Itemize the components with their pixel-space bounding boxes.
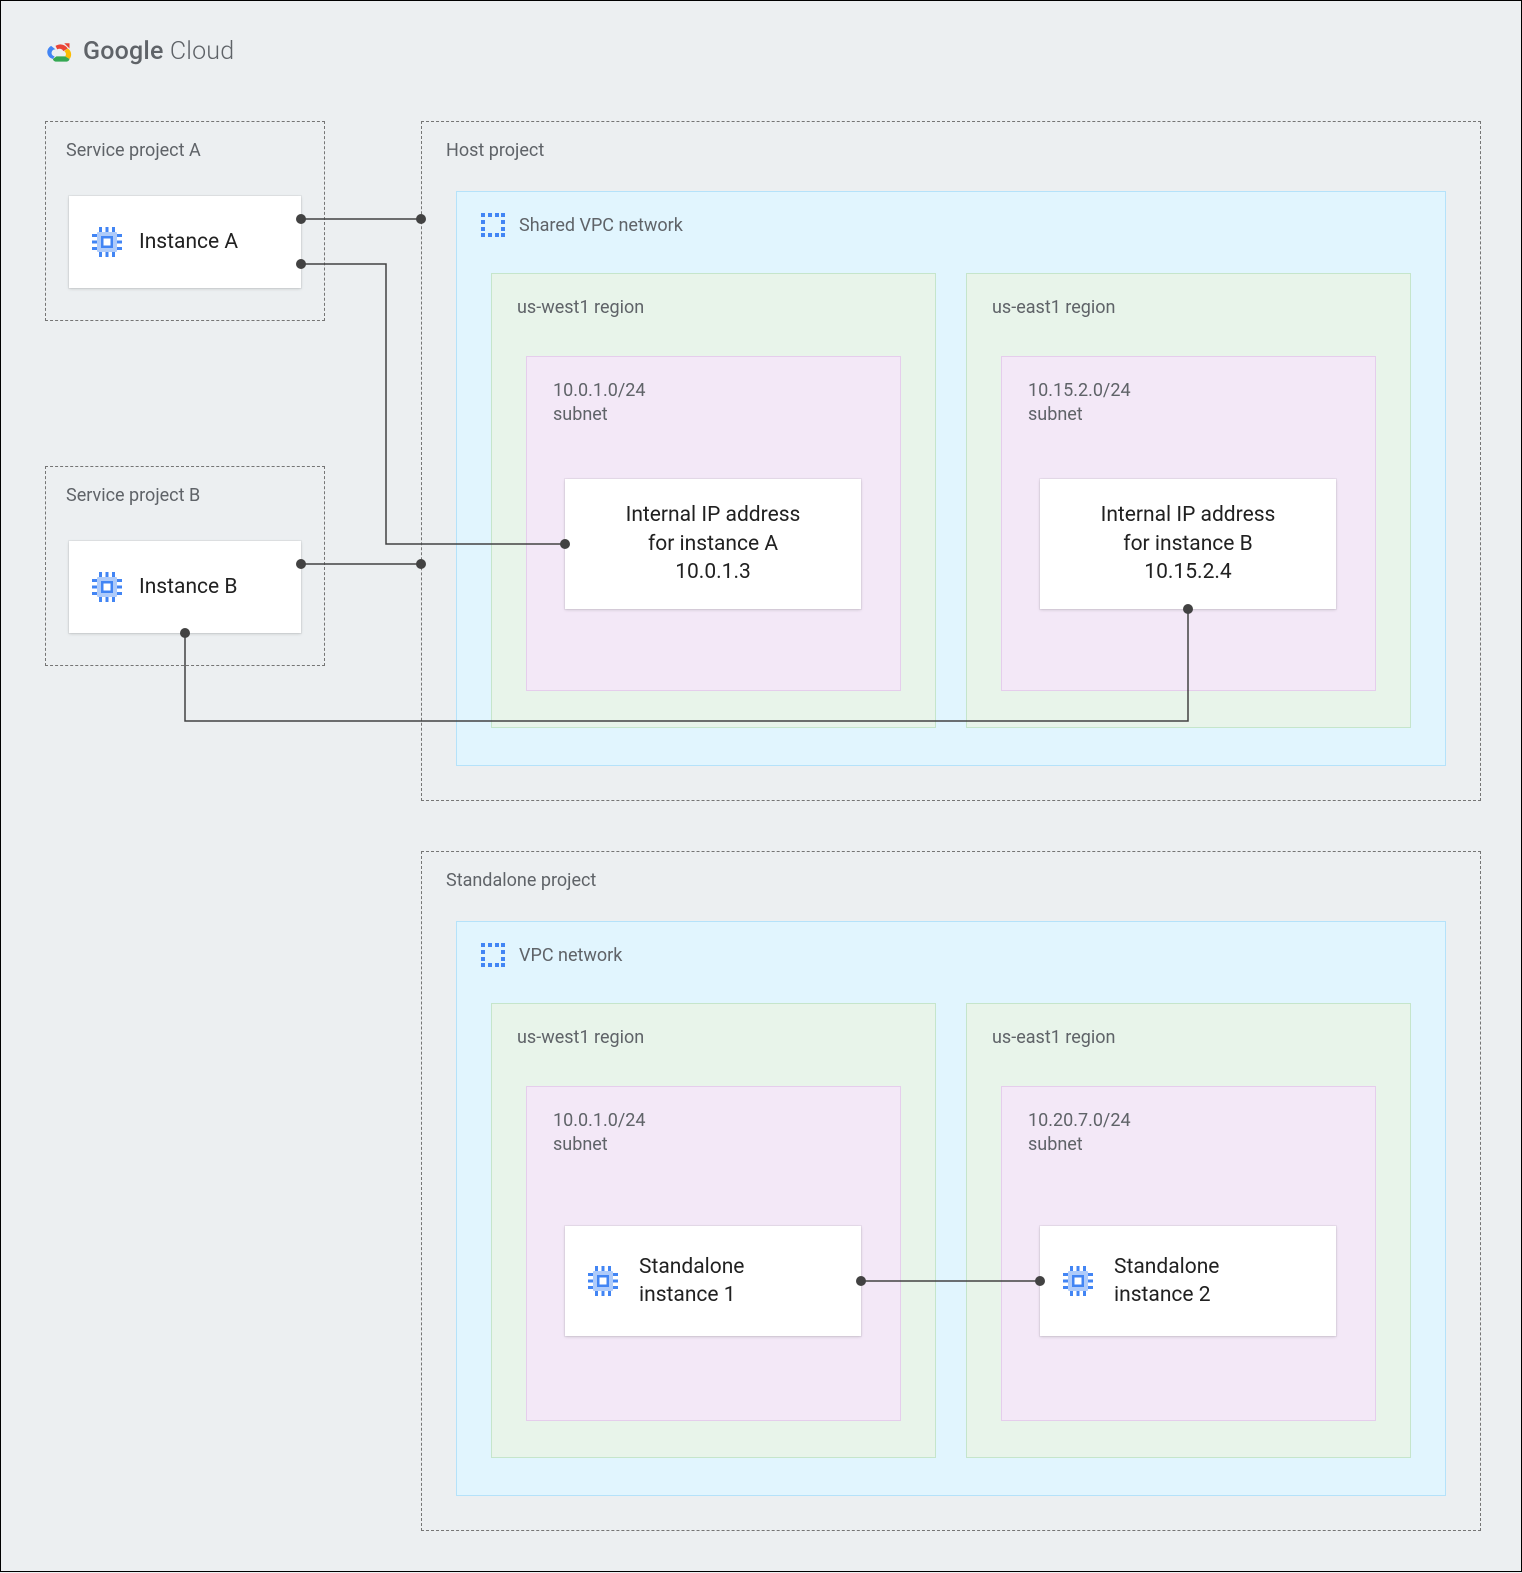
standalone-instance-2-label: Standalone instance 2 bbox=[1114, 1253, 1219, 1310]
standalone-region-west-title: us-west1 region bbox=[517, 1027, 644, 1048]
cloud-logo-icon bbox=[45, 38, 73, 66]
standalone-subnet-west-label: 10.0.1.0/24 subnet bbox=[553, 1109, 645, 1158]
standalone-region-east-title: us-east1 region bbox=[992, 1027, 1115, 1048]
instance-a-label: Instance A bbox=[139, 228, 238, 256]
host-region-west-title: us-west1 region bbox=[517, 297, 644, 318]
host-region-east-title: us-east1 region bbox=[992, 297, 1115, 318]
standalone-vpc-title-row: VPC network bbox=[479, 941, 622, 969]
ip-a-text: Internal IP address for instance A 10.0.… bbox=[626, 501, 801, 586]
standalone-project-title: Standalone project bbox=[446, 870, 596, 891]
standalone-instance-2-card: Standalone instance 2 bbox=[1040, 1226, 1336, 1336]
ip-card-a: Internal IP address for instance A 10.0.… bbox=[565, 479, 861, 609]
vpc-icon bbox=[479, 211, 507, 239]
ip-b-text: Internal IP address for instance B 10.15… bbox=[1101, 501, 1276, 586]
cpu-icon bbox=[89, 569, 125, 605]
diagram-canvas: Google Cloud Service project A Instance … bbox=[1, 1, 1521, 1571]
brand-name-1: Google bbox=[83, 37, 164, 66]
service-project-b-title: Service project B bbox=[66, 485, 200, 506]
vpc-icon bbox=[479, 941, 507, 969]
service-project-a-title: Service project A bbox=[66, 140, 201, 161]
instance-b-card: Instance B bbox=[69, 541, 301, 633]
host-subnet-east-label: 10.15.2.0/24 subnet bbox=[1028, 379, 1131, 428]
host-project-title: Host project bbox=[446, 140, 544, 161]
standalone-subnet-east-label: 10.20.7.0/24 subnet bbox=[1028, 1109, 1131, 1158]
ip-card-b: Internal IP address for instance B 10.15… bbox=[1040, 479, 1336, 609]
brand-name-2: Cloud bbox=[164, 37, 235, 66]
google-cloud-logo: Google Cloud bbox=[45, 37, 234, 66]
shared-vpc-title-row: Shared VPC network bbox=[479, 211, 683, 239]
standalone-instance-1-card: Standalone instance 1 bbox=[565, 1226, 861, 1336]
standalone-instance-1-label: Standalone instance 1 bbox=[639, 1253, 744, 1310]
shared-vpc-name: Shared VPC network bbox=[519, 215, 683, 236]
cpu-icon bbox=[1060, 1263, 1096, 1299]
brand-text: Google Cloud bbox=[83, 37, 234, 66]
instance-a-card: Instance A bbox=[69, 196, 301, 288]
standalone-vpc-name: VPC network bbox=[519, 945, 622, 966]
cpu-icon bbox=[89, 224, 125, 260]
instance-b-label: Instance B bbox=[139, 573, 237, 601]
cpu-icon bbox=[585, 1263, 621, 1299]
host-subnet-west-label: 10.0.1.0/24 subnet bbox=[553, 379, 645, 428]
